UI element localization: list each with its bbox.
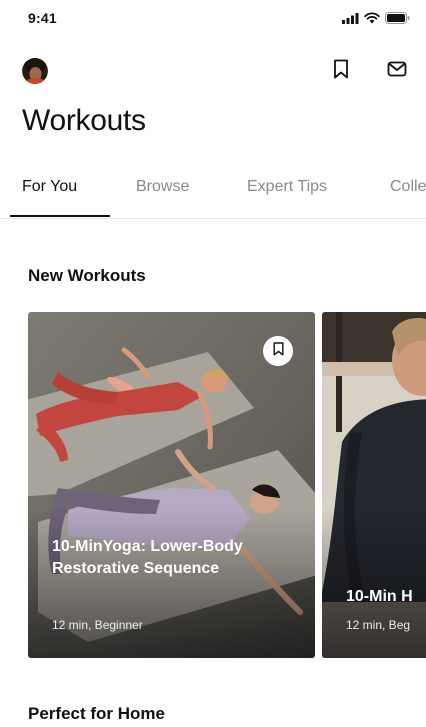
inbox-icon bbox=[387, 61, 407, 82]
save-workout-button[interactable] bbox=[263, 336, 293, 366]
tab-for-you[interactable]: For You bbox=[22, 178, 77, 196]
tab-expert-tips[interactable]: Expert Tips bbox=[247, 178, 327, 196]
workout-card[interactable]: 10-Min H 12 min, Beg bbox=[322, 312, 426, 658]
tab-browse[interactable]: Browse bbox=[136, 178, 189, 196]
section-title-new-workouts: New Workouts bbox=[28, 266, 146, 285]
card-gradient bbox=[322, 508, 426, 658]
workout-card[interactable]: 10-MinYoga: Lower-Body Restorative Seque… bbox=[28, 312, 315, 658]
workouts-screen: 9:41 Workouts For You Browse Expert Tips… bbox=[0, 0, 426, 727]
tab-bar: For You Browse Expert Tips Colle bbox=[0, 166, 426, 219]
workout-card-meta: 12 min, Beginner bbox=[52, 618, 143, 632]
wifi-icon bbox=[364, 11, 380, 29]
status-bar: 9:41 bbox=[0, 0, 426, 40]
bookmark-icon bbox=[333, 59, 349, 84]
bookmarks-button[interactable] bbox=[330, 59, 352, 84]
workout-card-meta: 12 min, Beg bbox=[346, 618, 411, 632]
tab-collections[interactable]: Colle bbox=[390, 178, 426, 196]
card-gradient bbox=[28, 508, 315, 658]
status-icons bbox=[342, 11, 410, 29]
status-time: 9:41 bbox=[28, 10, 57, 26]
section-title-perfect-for-home: Perfect for Home bbox=[28, 704, 165, 723]
avatar[interactable] bbox=[22, 58, 48, 84]
workout-card-title: 10-Min H bbox=[346, 588, 413, 605]
page-title: Workouts bbox=[22, 104, 146, 137]
workout-card-title: 10-MinYoga: Lower-Body Restorative Seque… bbox=[52, 538, 243, 577]
signal-icon bbox=[342, 11, 359, 29]
inbox-button[interactable] bbox=[386, 60, 408, 82]
active-tab-indicator bbox=[10, 215, 110, 217]
bookmark-icon bbox=[273, 341, 284, 361]
battery-icon bbox=[385, 11, 410, 29]
